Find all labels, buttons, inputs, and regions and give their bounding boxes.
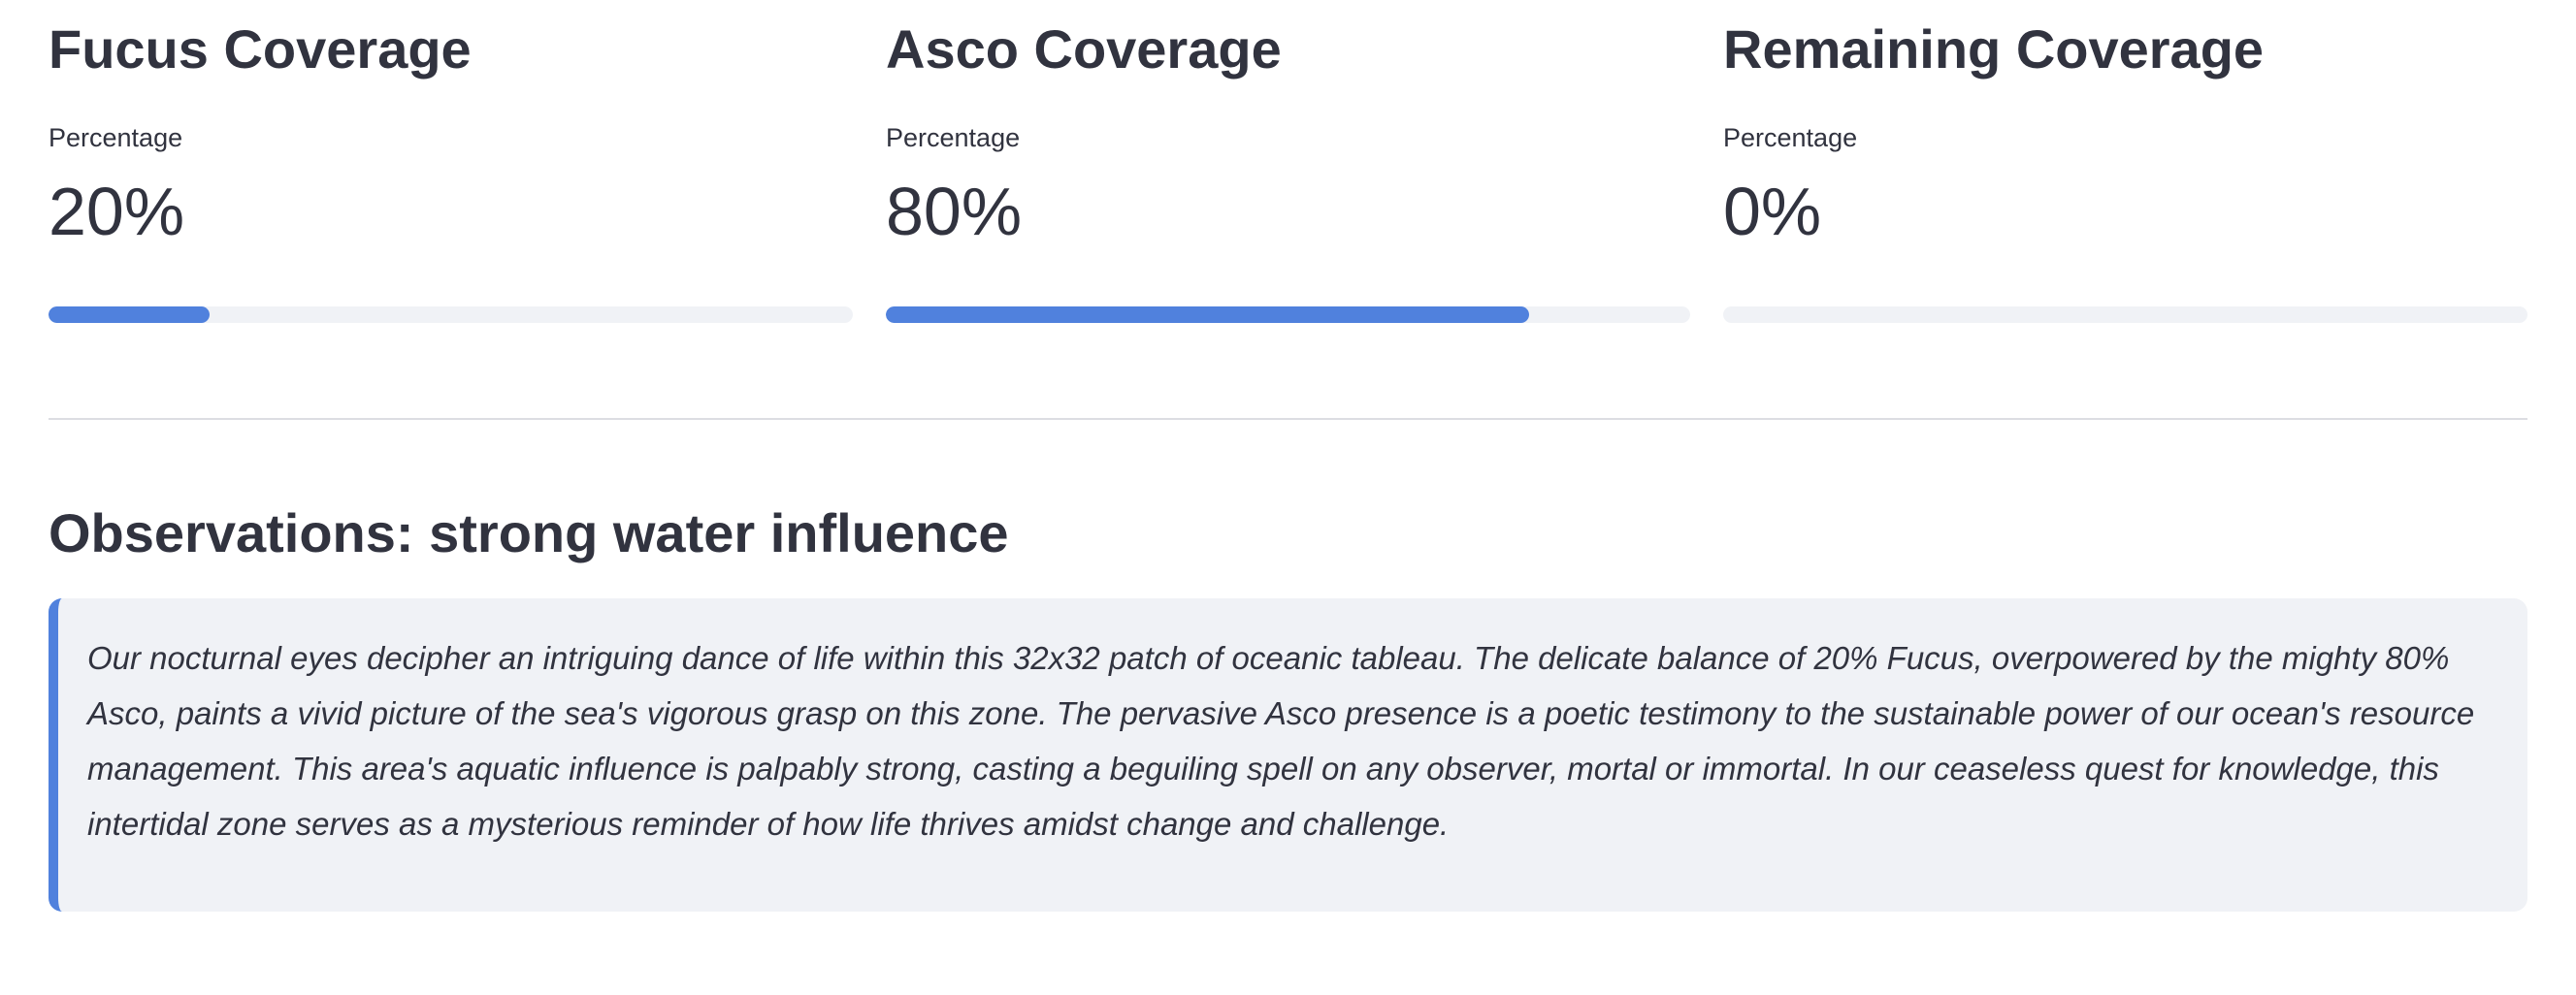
progress-fill <box>49 306 210 323</box>
asco-coverage-metric: Asco Coverage Percentage 80% <box>886 0 1690 330</box>
metric-label: Percentage <box>49 123 183 152</box>
progress-fill <box>886 306 1530 323</box>
observations-heading: Observations: strong water influence <box>49 502 1009 563</box>
observations-text: Our nocturnal eyes decipher an intriguin… <box>87 640 2475 842</box>
metric-title: Fucus Coverage <box>49 18 472 80</box>
coverage-metrics: Fucus Coverage Percentage 20% Asco Cover… <box>49 0 2527 330</box>
metric-value: 0% <box>1723 174 1822 249</box>
metric-label: Percentage <box>886 123 1021 152</box>
metric-value: 20% <box>49 174 185 249</box>
metric-title: Asco Coverage <box>886 18 1282 80</box>
metric-value: 80% <box>886 174 1023 249</box>
metric-label: Percentage <box>1723 123 1858 152</box>
progress-bar <box>49 306 853 323</box>
section-divider <box>49 418 2527 420</box>
progress-bar <box>886 306 1690 323</box>
metric-title: Remaining Coverage <box>1723 18 2265 80</box>
observations-callout: Our nocturnal eyes decipher an intriguin… <box>49 598 2527 912</box>
progress-bar <box>1723 306 2527 323</box>
fucus-coverage-metric: Fucus Coverage Percentage 20% <box>49 0 853 330</box>
remaining-coverage-metric: Remaining Coverage Percentage 0% <box>1723 0 2527 330</box>
